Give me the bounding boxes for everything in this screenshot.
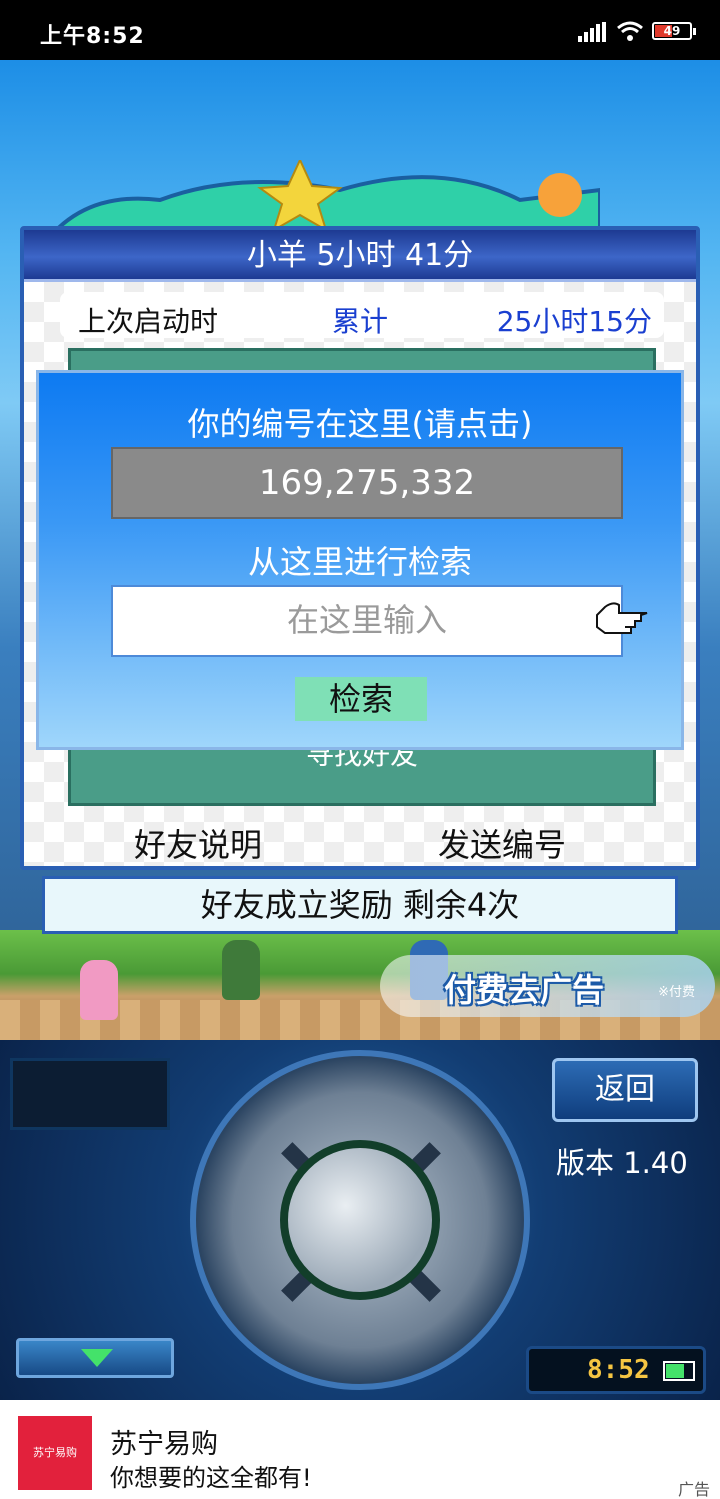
character <box>222 940 260 1000</box>
ad-slogan: 你想要的这全都有! <box>110 1464 312 1492</box>
battery-level: 49 <box>663 24 681 38</box>
friend-id-dialog: 你的编号在这里(请点击) 169,275,332 从这里进行检索 在这里输入 检… <box>36 370 684 750</box>
back-button[interactable]: 返回 <box>552 1058 698 1122</box>
remove-ads-button[interactable]: 付费去广告 ※付费 <box>380 955 715 1017</box>
pointing-hand-icon <box>596 602 648 634</box>
control-panel: 返回 版本 1.40 8:52 <box>0 1040 720 1400</box>
friend-reward-bar: 好友成立奖励 剩余4次 <box>42 876 678 934</box>
battery-icon: 49 <box>652 22 696 40</box>
status-time: 上午8:52 <box>40 24 145 49</box>
character <box>80 960 118 1020</box>
your-id-box[interactable]: 169,275,332 <box>111 447 623 519</box>
play-time-stats: 上次启动时 累计 25小时15分 <box>60 292 664 338</box>
remove-ads-label: 付费去广告 <box>444 971 605 1009</box>
friend-note-button[interactable]: 好友说明 <box>134 820 262 866</box>
battery-icon <box>663 1361 695 1381</box>
arrow-down-icon <box>81 1349 113 1367</box>
your-id-prompt: 你的编号在这里(请点击) <box>187 405 533 443</box>
clock-time: 8:52 <box>587 1355 650 1385</box>
brand-logo: 苏宁易购 <box>18 1416 92 1490</box>
ad-tag: 广告 <box>677 1480 710 1499</box>
send-id-button[interactable]: 发送编号 <box>438 820 566 866</box>
scroll-down-button[interactable] <box>16 1338 174 1378</box>
remove-ads-note: ※付费 <box>658 985 695 1000</box>
ad-banner[interactable]: 苏宁易购 苏宁易购 你想要的这全都有! 广告 <box>0 1400 720 1499</box>
game-clock: 8:52 <box>526 1346 706 1394</box>
wifi-icon <box>617 21 643 41</box>
ad-brand: 苏宁易购 <box>110 1429 218 1460</box>
search-input[interactable]: 在这里输入 <box>111 585 623 657</box>
search-prompt: 从这里进行检索 <box>247 543 472 581</box>
panel-header: 小羊 5小时 41分 <box>24 230 696 282</box>
dpad-center-button[interactable] <box>280 1140 440 1300</box>
search-button[interactable]: 检索 <box>295 677 427 721</box>
dpad[interactable] <box>190 1050 530 1390</box>
status-bar: 上午8:52 49 <box>0 0 720 60</box>
last-start-label: 上次启动时 <box>78 305 219 338</box>
mini-screen <box>10 1058 170 1130</box>
version-label: 版本 1.40 <box>556 1146 688 1180</box>
total-time: 25小时15分 <box>496 305 652 338</box>
signal-icon <box>578 22 606 42</box>
total-label: 累计 <box>332 305 389 338</box>
